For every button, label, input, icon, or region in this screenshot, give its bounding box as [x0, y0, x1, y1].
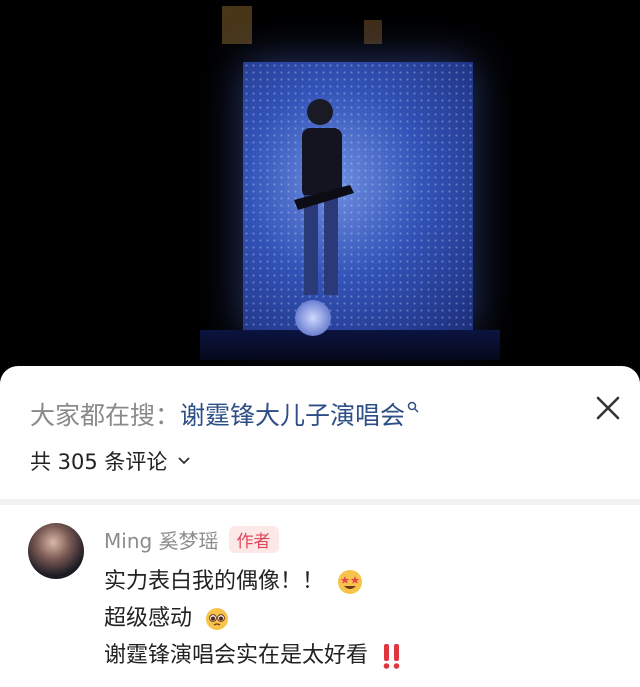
star-struck-emoji-icon — [338, 570, 363, 594]
comment-line: 谢霆锋演唱会实在是太好看 — [104, 637, 403, 674]
comment-line-text: 实力表白我的偶像！！ — [104, 569, 325, 594]
comment-line: 超级感动 — [104, 600, 403, 637]
avatar[interactable] — [28, 523, 84, 579]
pleading-face-emoji-icon — [206, 608, 229, 630]
comment-line: 实力表白我的偶像！！ — [104, 563, 403, 600]
concert-video[interactable] — [0, 0, 640, 380]
venue-window — [364, 20, 382, 44]
comments-panel: 大家都在搜： 谢霆锋大儿子演唱会 共 305 条评论 Ming 奚梦瑶 作者 实… — [0, 366, 640, 687]
author-badge: 作者 — [228, 526, 279, 553]
search-prefix: 大家都在搜： — [30, 401, 181, 430]
comment-item: Ming 奚梦瑶 作者 实力表白我的偶像！！ 超级感动 谢霆锋演唱会实在是太好看 — [0, 505, 640, 687]
search-suggestion[interactable]: 大家都在搜： 谢霆锋大儿子演唱会 — [30, 394, 419, 434]
comment-body: 实力表白我的偶像！！ 超级感动 谢霆锋演唱会实在是太好看 — [104, 563, 403, 674]
comment-line-text: 超级感动 — [104, 606, 193, 631]
stage-floor — [200, 330, 500, 360]
comment-count-toggle[interactable]: 共 305 条评论 — [30, 446, 191, 476]
search-icon — [407, 401, 419, 413]
chevron-down-icon — [178, 457, 191, 465]
search-query-link[interactable]: 谢霆锋大儿子演唱会 — [180, 396, 405, 432]
comment-header: Ming 奚梦瑶 作者 — [104, 525, 279, 554]
venue-window — [222, 6, 252, 44]
comment-line-text: 谢霆锋演唱会实在是太好看 — [104, 643, 369, 668]
author-name[interactable]: Ming 奚梦瑶 — [104, 525, 219, 554]
performer-silhouette — [294, 99, 354, 295]
stage-spotlight — [295, 300, 331, 336]
double-exclamation-icon — [383, 644, 400, 669]
comment-count: 共 305 条评论 — [30, 450, 168, 474]
close-icon[interactable] — [590, 390, 626, 426]
